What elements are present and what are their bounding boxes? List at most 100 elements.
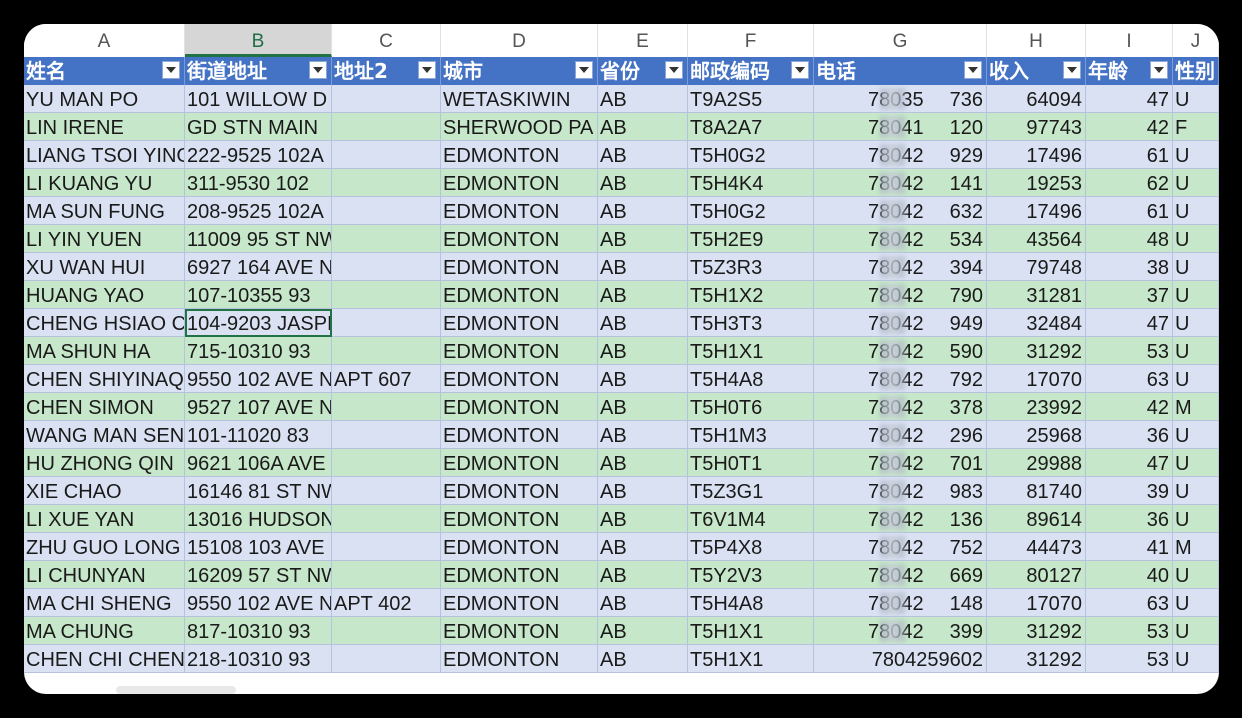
- cell-province[interactable]: AB: [598, 253, 688, 281]
- cell-postal[interactable]: T5P4X8: [688, 533, 814, 561]
- cell-age[interactable]: 39: [1086, 477, 1173, 505]
- cell-city[interactable]: EDMONTON: [441, 589, 598, 617]
- cell-province[interactable]: AB: [598, 589, 688, 617]
- cell-name[interactable]: LI CHUNYAN: [24, 561, 185, 589]
- cell-address2[interactable]: [332, 281, 441, 309]
- cell-age[interactable]: 36: [1086, 421, 1173, 449]
- cell-age[interactable]: 61: [1086, 197, 1173, 225]
- cell-age[interactable]: 53: [1086, 337, 1173, 365]
- filter-dropdown-icon[interactable]: [575, 61, 593, 79]
- cell-city[interactable]: EDMONTON: [441, 337, 598, 365]
- cell-phone[interactable]: 78042394: [814, 253, 987, 281]
- cell-postal[interactable]: T5H4A8: [688, 589, 814, 617]
- cell-city[interactable]: EDMONTON: [441, 533, 598, 561]
- cell-gender[interactable]: U: [1173, 645, 1219, 673]
- cell-age[interactable]: 63: [1086, 589, 1173, 617]
- cell-age[interactable]: 36: [1086, 505, 1173, 533]
- cell-address2[interactable]: [332, 309, 441, 337]
- cell-gender[interactable]: U: [1173, 589, 1219, 617]
- cell-postal[interactable]: T5H1X2: [688, 281, 814, 309]
- cell-city[interactable]: EDMONTON: [441, 141, 598, 169]
- cell-province[interactable]: AB: [598, 337, 688, 365]
- cell-income[interactable]: 79748: [987, 253, 1086, 281]
- cell-address2[interactable]: [332, 197, 441, 225]
- cell-address2[interactable]: [332, 169, 441, 197]
- cell-city[interactable]: EDMONTON: [441, 449, 598, 477]
- cell-gender[interactable]: U: [1173, 617, 1219, 645]
- cell-phone[interactable]: 78042929: [814, 141, 987, 169]
- cell-province[interactable]: AB: [598, 281, 688, 309]
- cell-phone[interactable]: 78042534: [814, 225, 987, 253]
- cell-address2[interactable]: [332, 113, 441, 141]
- cell-address2[interactable]: [332, 141, 441, 169]
- cell-postal[interactable]: T5H1X1: [688, 645, 814, 673]
- cell-phone[interactable]: 78042136: [814, 505, 987, 533]
- cell-name[interactable]: MA CHI SHENG: [24, 589, 185, 617]
- cell-gender[interactable]: U: [1173, 253, 1219, 281]
- cell-province[interactable]: AB: [598, 365, 688, 393]
- cell-phone[interactable]: 78042141: [814, 169, 987, 197]
- cell-street[interactable]: 817-10310 93: [185, 617, 332, 645]
- cell-province[interactable]: AB: [598, 449, 688, 477]
- cell-city[interactable]: SHERWOOD PA: [441, 113, 598, 141]
- cell-name[interactable]: ZHU GUO LONG: [24, 533, 185, 561]
- cell-age[interactable]: 53: [1086, 645, 1173, 673]
- cell-income[interactable]: 23992: [987, 393, 1086, 421]
- cell-address2[interactable]: APT 402: [332, 589, 441, 617]
- cell-street[interactable]: 13016 HUDSON: [185, 505, 332, 533]
- cell-street[interactable]: 9621 106A AVE: [185, 449, 332, 477]
- cell-province[interactable]: AB: [598, 561, 688, 589]
- filter-dropdown-icon[interactable]: [418, 61, 436, 79]
- cell-street[interactable]: 715-10310 93: [185, 337, 332, 365]
- cell-gender[interactable]: U: [1173, 337, 1219, 365]
- cell-city[interactable]: EDMONTON: [441, 561, 598, 589]
- cell-address2[interactable]: [332, 253, 441, 281]
- cell-province[interactable]: AB: [598, 197, 688, 225]
- cell-phone[interactable]: 78042949: [814, 309, 987, 337]
- cell-phone[interactable]: 78042590: [814, 337, 987, 365]
- cell-name[interactable]: CHEN CHI CHENG: [24, 645, 185, 673]
- cell-name[interactable]: CHEN SHIYINAQ: [24, 365, 185, 393]
- cell-age[interactable]: 47: [1086, 309, 1173, 337]
- cell-phone[interactable]: 7804259602: [814, 645, 987, 673]
- cell-income[interactable]: 17070: [987, 365, 1086, 393]
- cell-name[interactable]: MA CHUNG: [24, 617, 185, 645]
- cell-name[interactable]: CHEN SIMON: [24, 393, 185, 421]
- cell-income[interactable]: 25968: [987, 421, 1086, 449]
- column-letter-g[interactable]: G: [814, 24, 987, 57]
- cell-gender[interactable]: U: [1173, 85, 1219, 113]
- cell-gender[interactable]: M: [1173, 393, 1219, 421]
- cell-city[interactable]: EDMONTON: [441, 645, 598, 673]
- filter-dropdown-icon[interactable]: [964, 61, 982, 79]
- cell-income[interactable]: 29988: [987, 449, 1086, 477]
- cell-province[interactable]: AB: [598, 505, 688, 533]
- cell-income[interactable]: 81740: [987, 477, 1086, 505]
- cell-name[interactable]: LI XUE YAN: [24, 505, 185, 533]
- cell-postal[interactable]: T5H4K4: [688, 169, 814, 197]
- cell-postal[interactable]: T5H1X1: [688, 617, 814, 645]
- cell-street[interactable]: 16209 57 ST NW: [185, 561, 332, 589]
- cell-postal[interactable]: T5Z3R3: [688, 253, 814, 281]
- cell-street[interactable]: 218-10310 93: [185, 645, 332, 673]
- cell-street[interactable]: 107-10355 93: [185, 281, 332, 309]
- cell-gender[interactable]: U: [1173, 309, 1219, 337]
- cell-street[interactable]: 311-9530 102: [185, 169, 332, 197]
- cell-name[interactable]: HUANG YAO: [24, 281, 185, 309]
- cell-province[interactable]: AB: [598, 617, 688, 645]
- cell-city[interactable]: EDMONTON: [441, 365, 598, 393]
- cell-income[interactable]: 43564: [987, 225, 1086, 253]
- cell-name[interactable]: CHENG HSIAO CHI: [24, 309, 185, 337]
- cell-address2[interactable]: [332, 449, 441, 477]
- cell-street[interactable]: 9527 107 AVE NW: [185, 393, 332, 421]
- cell-income[interactable]: 17070: [987, 589, 1086, 617]
- cell-street[interactable]: 6927 164 AVE NW: [185, 253, 332, 281]
- cell-name[interactable]: LI YIN YUEN: [24, 225, 185, 253]
- cell-income[interactable]: 31292: [987, 617, 1086, 645]
- cell-age[interactable]: 42: [1086, 113, 1173, 141]
- cell-address2[interactable]: [332, 225, 441, 253]
- cell-address2[interactable]: [332, 337, 441, 365]
- cell-age[interactable]: 48: [1086, 225, 1173, 253]
- cell-gender[interactable]: U: [1173, 197, 1219, 225]
- cell-phone[interactable]: 78042792: [814, 365, 987, 393]
- cell-postal[interactable]: T5H2E9: [688, 225, 814, 253]
